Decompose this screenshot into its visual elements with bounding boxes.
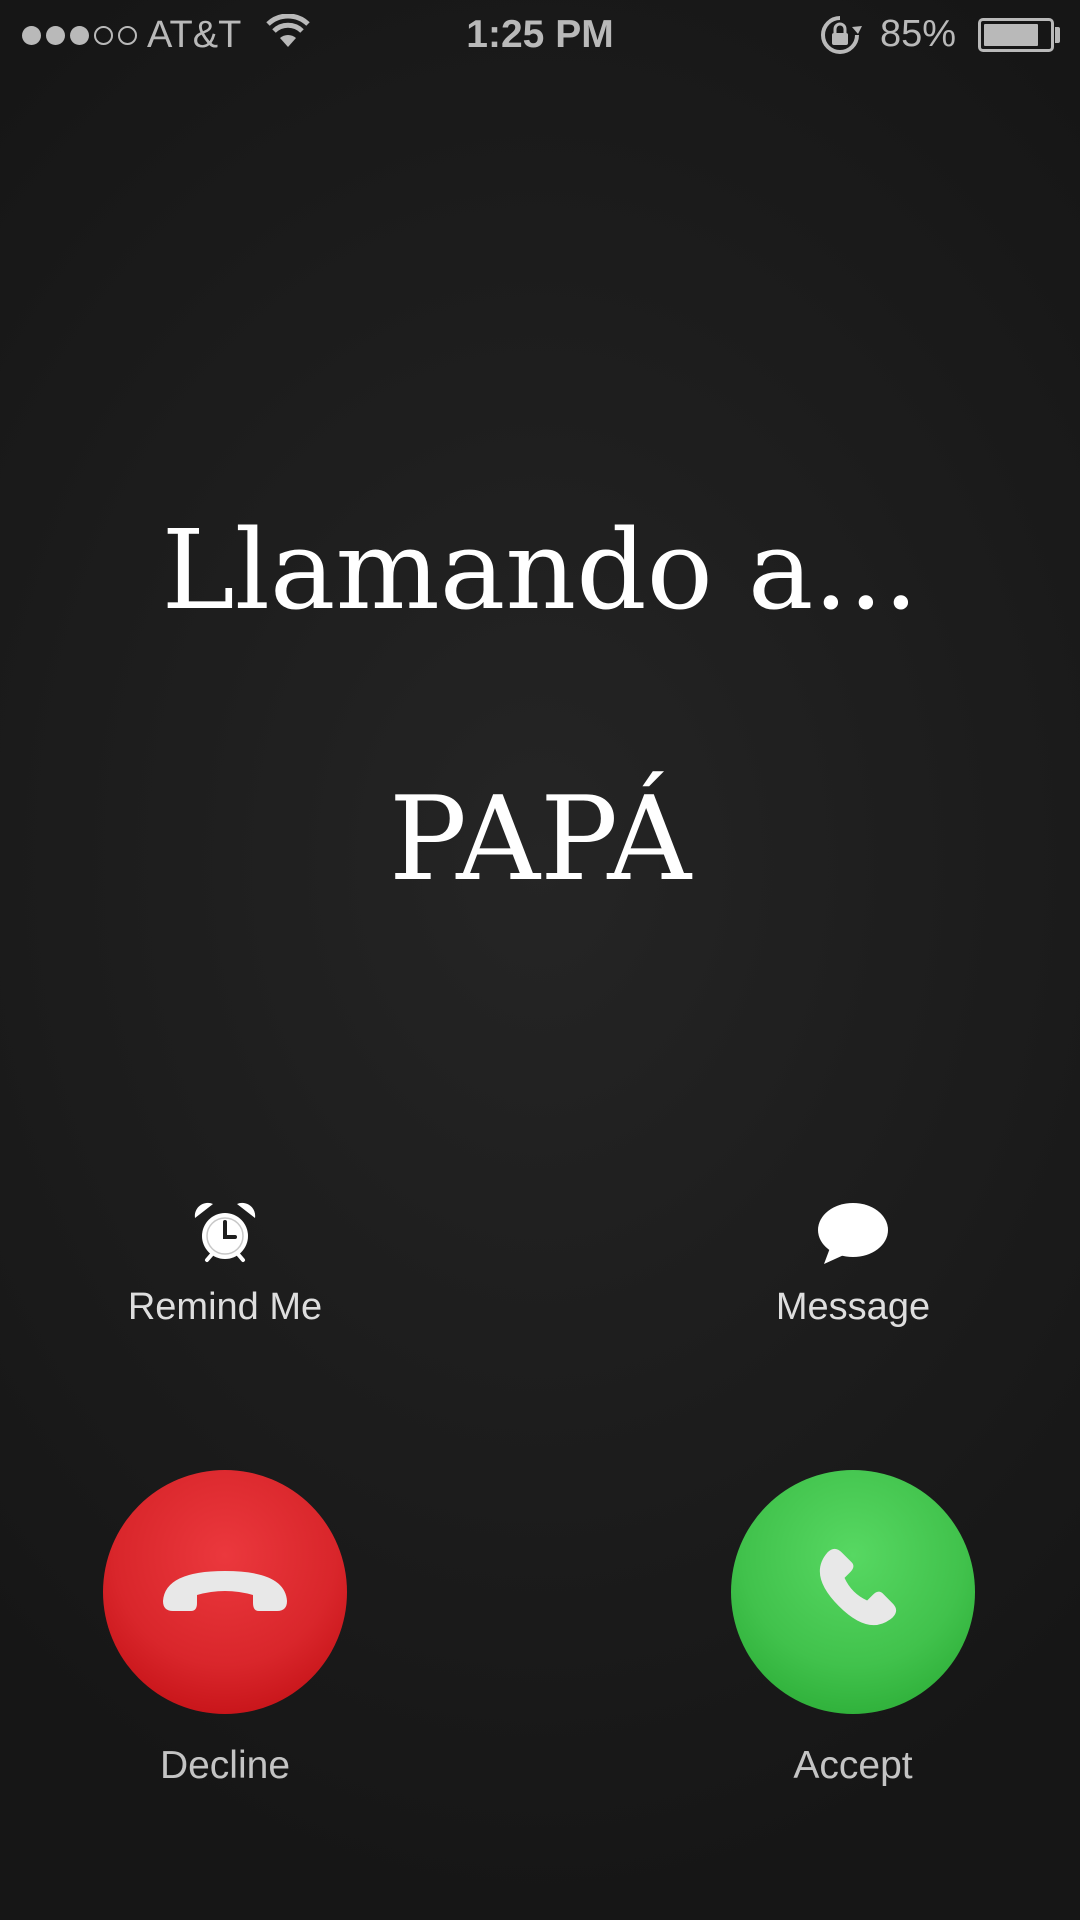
accept-circle[interactable] — [731, 1470, 975, 1714]
calling-status-text: Llamando a... — [161, 506, 919, 634]
remind-me-label: Remind Me — [127, 1286, 323, 1328]
decline-circle[interactable] — [103, 1470, 347, 1714]
message-label: Message — [775, 1286, 931, 1328]
battery-tip — [1055, 27, 1060, 43]
incoming-call-screen: AT&T 1:25 PM 85% Llamando a... PAPÁ Remi… — [0, 0, 1080, 1920]
accept-button[interactable]: Accept — [673, 1470, 1033, 1788]
rotation-lock-icon — [821, 16, 862, 54]
speech-bubble-icon — [818, 1203, 888, 1264]
status-bar: AT&T 1:25 PM 85% — [0, 0, 1080, 70]
phone-icon — [820, 1548, 897, 1625]
accept-label: Accept — [793, 1744, 913, 1787]
decline-button[interactable]: Decline — [45, 1470, 405, 1788]
alarm-clock-icon — [194, 1202, 256, 1262]
phone-hangup-icon — [163, 1571, 287, 1611]
battery-level-fill — [984, 24, 1038, 46]
message-button[interactable]: Message — [693, 1200, 1013, 1329]
remind-me-button[interactable]: Remind Me — [65, 1200, 385, 1329]
caller-name: PAPÁ — [388, 772, 692, 907]
decline-label: Decline — [159, 1744, 291, 1787]
battery-percentage: 85% — [880, 13, 957, 55]
battery-icon — [978, 18, 1054, 52]
